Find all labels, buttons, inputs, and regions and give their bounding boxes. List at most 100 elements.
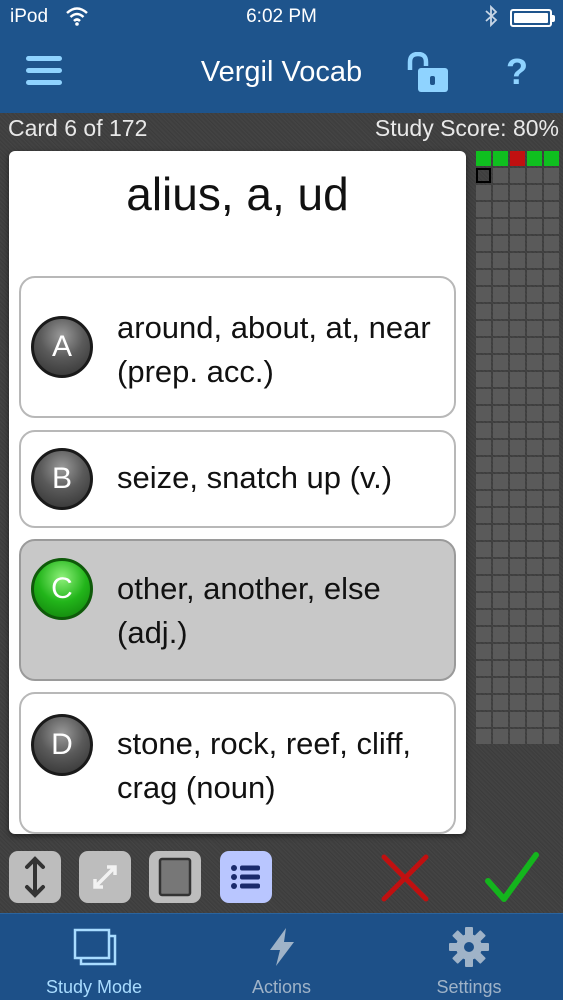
- progress-cell: [527, 219, 542, 234]
- progress-cell: [544, 440, 559, 455]
- progress-cell: [510, 338, 525, 353]
- progress-cell: [493, 661, 508, 676]
- progress-cell: [510, 372, 525, 387]
- progress-cell: [544, 559, 559, 574]
- progress-cell: [544, 355, 559, 370]
- progress-cell: [476, 423, 491, 438]
- wrong-x-icon[interactable]: [378, 851, 432, 905]
- progress-cell: [493, 219, 508, 234]
- progress-cell: [527, 474, 542, 489]
- list-view-button[interactable]: [220, 851, 272, 903]
- choice-b-text: seize, snatch up (v.): [117, 460, 393, 495]
- progress-cell: [510, 151, 525, 166]
- progress-cell: [510, 712, 525, 727]
- progress-cell: [493, 627, 508, 642]
- progress-cell: [493, 712, 508, 727]
- choice-d-text: stone, rock, reef, cliff, crag (noun): [117, 726, 412, 805]
- choice-b[interactable]: B seize, snatch up (v.): [19, 430, 456, 528]
- flash-card: alius, a, ud A around, about, at, near (…: [9, 151, 466, 834]
- progress-cell: [493, 304, 508, 319]
- progress-cell: [493, 525, 508, 540]
- choice-a[interactable]: A around, about, at, near (prep. acc.): [19, 276, 456, 418]
- progress-cell: [544, 389, 559, 404]
- progress-cell: [493, 695, 508, 710]
- progress-cell: [476, 355, 491, 370]
- progress-cell: [510, 321, 525, 336]
- choice-d[interactable]: D stone, rock, reef, cliff, crag (noun): [19, 692, 456, 834]
- progress-cell: [544, 253, 559, 268]
- progress-cell: [527, 168, 542, 183]
- progress-cell: [544, 712, 559, 727]
- progress-cell: [527, 270, 542, 285]
- progress-cell: [544, 338, 559, 353]
- flip-vertical-button[interactable]: [9, 851, 61, 903]
- tab-actions-label: Actions: [251, 977, 312, 997]
- progress-cell: [527, 253, 542, 268]
- progress-cell: [527, 644, 542, 659]
- choice-c[interactable]: C other, another, else (adj.): [19, 539, 456, 681]
- gear-icon: [449, 927, 489, 967]
- tab-study-mode[interactable]: Study Mode: [0, 914, 188, 1000]
- progress-cell: [476, 287, 491, 302]
- progress-cell: [493, 372, 508, 387]
- expand-icon: [93, 865, 117, 889]
- progress-cell: [544, 576, 559, 591]
- progress-cell: [527, 559, 542, 574]
- study-area: Card 6 of 172 Study Score: 80% alius, a,…: [0, 113, 563, 913]
- progress-cell: [476, 168, 491, 183]
- progress-cell: [476, 440, 491, 455]
- progress-cell: [510, 185, 525, 200]
- tab-settings[interactable]: Settings: [375, 914, 563, 1000]
- progress-cell: [476, 151, 491, 166]
- progress-cell: [510, 610, 525, 625]
- progress-cell: [476, 695, 491, 710]
- progress-cell: [544, 610, 559, 625]
- unlock-icon[interactable]: [404, 52, 450, 94]
- progress-cell: [544, 491, 559, 506]
- progress-cell: [510, 491, 525, 506]
- progress-cell: [544, 457, 559, 472]
- progress-cell: [527, 338, 542, 353]
- progress-cell: [493, 406, 508, 421]
- progress-cell: [493, 287, 508, 302]
- progress-cell: [476, 508, 491, 523]
- progress-cell: [476, 389, 491, 404]
- top-bar: iPod 6:02 PM Vergil Vocab ?: [0, 0, 563, 113]
- progress-cell: [510, 253, 525, 268]
- progress-cell: [510, 423, 525, 438]
- progress-cell: [527, 661, 542, 676]
- progress-cell: [527, 593, 542, 608]
- progress-cell: [510, 474, 525, 489]
- progress-cell: [493, 270, 508, 285]
- progress-cell: [527, 287, 542, 302]
- progress-cell: [493, 440, 508, 455]
- progress-cell: [510, 729, 525, 744]
- progress-cell: [510, 355, 525, 370]
- progress-cell: [544, 372, 559, 387]
- progress-cell: [527, 627, 542, 642]
- progress-cell: [544, 542, 559, 557]
- progress-cell: [510, 644, 525, 659]
- progress-cell: [544, 185, 559, 200]
- progress-cell: [544, 423, 559, 438]
- progress-cell: [510, 695, 525, 710]
- progress-cell: [476, 304, 491, 319]
- progress-cell: [476, 321, 491, 336]
- tab-actions[interactable]: Actions: [188, 914, 375, 1000]
- progress-cell: [527, 202, 542, 217]
- progress-cell: [510, 508, 525, 523]
- expand-button[interactable]: [79, 851, 131, 903]
- progress-cell: [493, 593, 508, 608]
- progress-cell: [527, 304, 542, 319]
- progress-cell: [527, 151, 542, 166]
- correct-check-icon[interactable]: [484, 851, 540, 907]
- progress-cell: [510, 559, 525, 574]
- info-bar: Card 6 of 172 Study Score: 80%: [0, 113, 563, 147]
- card-view-button[interactable]: [149, 851, 201, 903]
- help-icon[interactable]: ?: [500, 52, 534, 92]
- progress-cell: [527, 185, 542, 200]
- progress-cell: [510, 219, 525, 234]
- progress-cell: [510, 287, 525, 302]
- progress-cell: [493, 253, 508, 268]
- progress-cell: [527, 321, 542, 336]
